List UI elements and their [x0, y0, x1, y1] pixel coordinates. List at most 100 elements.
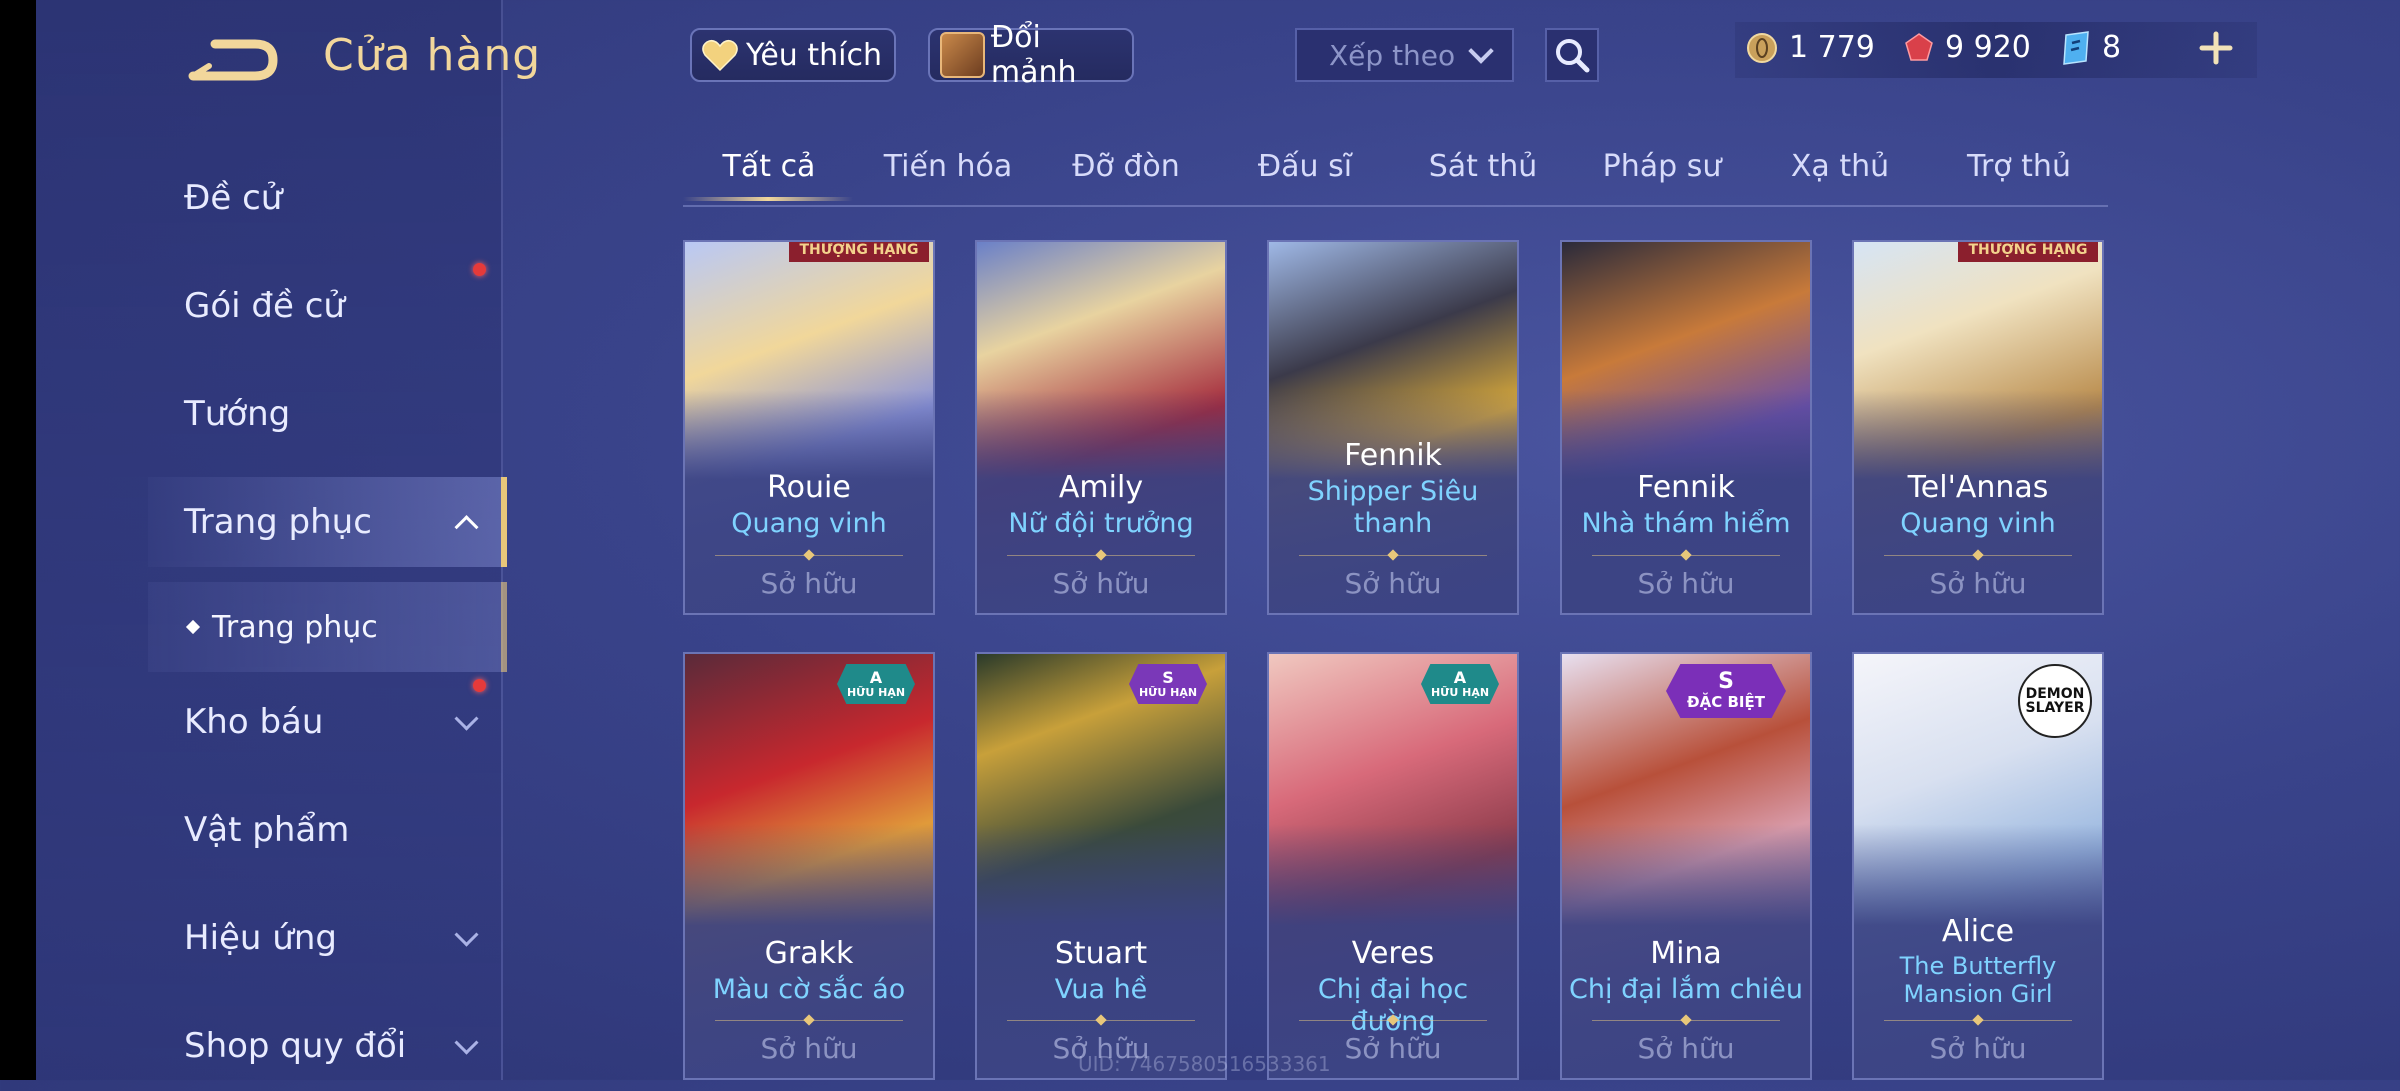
tier-badge: S HỮU HẠN — [1129, 664, 1207, 704]
badge-tier: A — [1453, 667, 1467, 687]
skin-name: Nhà thám hiểm — [1581, 508, 1791, 539]
skin-card[interactable]: Fennik Shipper Siêu thanh Sở hữu — [1267, 240, 1519, 615]
sidebar-item-label: Vật phẩm — [184, 810, 350, 850]
ruby-gem-icon — [1905, 32, 1933, 61]
sidebar-subitem-skins[interactable]: Trang phục — [148, 582, 507, 672]
back-button[interactable] — [185, 30, 280, 90]
skin-card[interactable]: Amily Nữ đội trưởng Sở hữu — [975, 240, 1227, 615]
sidebar-item-recommended[interactable]: Đề cử — [148, 153, 501, 243]
owned-status: Sở hữu — [1344, 567, 1442, 600]
tab-evolution[interactable]: Tiến hóa — [884, 149, 1013, 184]
sidebar-item-items[interactable]: Vật phẩm — [148, 785, 501, 875]
sidebar-item-label: Kho báu — [184, 702, 324, 742]
skin-card[interactable]: THƯỢNG HẠNG Tel'Annas Quang vinh Sở hữu — [1852, 240, 2104, 615]
skin-name: Chị đại lắm chiêu — [1569, 974, 1803, 1005]
owned-status: Sở hữu — [1052, 567, 1150, 600]
badge-label: ĐẶC BIỆT — [1687, 693, 1765, 711]
gem-currency: 9 920 — [1903, 30, 2031, 65]
sidebar-item-label: Trang phục — [184, 502, 372, 542]
skin-card[interactable]: A HỮU HẠN Veres Chị đại học đường Sở hữu — [1267, 652, 1519, 1080]
tab-tank[interactable]: Đỡ đòn — [1072, 149, 1180, 184]
tier-badge: S ĐẶC BIỆT — [1666, 664, 1786, 718]
fragment-chest-icon — [940, 32, 985, 78]
card-divider — [715, 555, 903, 556]
page-title: Cửa hàng — [323, 30, 542, 81]
owned-status: Sở hữu — [1929, 1032, 2027, 1065]
active-tab-indicator — [683, 197, 853, 201]
sort-dropdown[interactable]: Xếp theo — [1295, 28, 1514, 82]
sidebar-item-label: Gói đề cử — [184, 286, 345, 326]
skin-name: Vua hề — [1054, 974, 1148, 1005]
hero-name: Rouie — [767, 470, 851, 505]
gold-currency: 1 779 — [1745, 30, 1875, 65]
voucher-amount: 8 — [2102, 30, 2122, 65]
premium-ribbon: THƯỢNG HẠNG — [789, 242, 929, 262]
gem-amount: 9 920 — [1945, 30, 2031, 65]
sidebar-item-heroes[interactable]: Tướng — [148, 369, 501, 459]
tab-mage[interactable]: Pháp sư — [1603, 149, 1722, 184]
hero-name: Veres — [1351, 936, 1435, 971]
badge-tier: A — [869, 667, 883, 687]
exchange-label: Đổi mảnh — [990, 20, 1077, 90]
role-tabs: Tất cả Tiến hóa Đỡ đòn Đấu sĩ Sát thủ Ph… — [683, 135, 2108, 207]
chevron-up-icon — [454, 515, 479, 540]
user-id-watermark: UID: 7467580516533361 — [1078, 1052, 1331, 1076]
sidebar-item-treasure[interactable]: Kho báu — [148, 677, 501, 767]
owned-status: Sở hữu — [1637, 1032, 1735, 1065]
sidebar-item-exchange-shop[interactable]: Shop quy đổi — [148, 1001, 501, 1091]
premium-ribbon: THƯỢNG HẠNG — [1958, 242, 2098, 262]
skin-card[interactable]: Fennik Nhà thám hiểm Sở hữu — [1560, 240, 1812, 615]
gold-amount: 1 779 — [1789, 30, 1875, 65]
skin-card[interactable]: S ĐẶC BIỆT Mina Chị đại lắm chiêu Sở hữu — [1560, 652, 1812, 1080]
skin-card[interactable]: A HỮU HẠN Grakk Màu cờ sắc áo Sở hữu — [683, 652, 935, 1080]
tab-support[interactable]: Trợ thủ — [1967, 149, 2071, 184]
skin-card[interactable]: S HỮU HẠN Stuart Vua hề Sở hữu — [975, 652, 1227, 1080]
hero-name: Mina — [1650, 936, 1722, 971]
exchange-fragments-button[interactable]: Đổi mảnh — [928, 20, 1134, 90]
chevron-down-icon — [454, 706, 479, 731]
skin-name: Nữ đội trưởng — [1008, 508, 1194, 539]
card-divider — [1299, 555, 1487, 556]
sidebar-item-effects[interactable]: Hiệu ứng — [148, 893, 501, 983]
badge-label: HỮU HẠN — [1138, 685, 1198, 699]
card-divider — [1007, 555, 1195, 556]
search-icon — [1556, 39, 1590, 73]
owned-status: Sở hữu — [760, 567, 858, 600]
badge-label: HỮU HẠN — [846, 685, 906, 699]
chevron-down-icon — [1468, 38, 1494, 64]
tab-all[interactable]: Tất cả — [723, 149, 816, 184]
voucher-currency: 8 — [2060, 30, 2121, 65]
badge-tier: S — [1162, 667, 1174, 687]
gold-coin-icon — [1747, 32, 1777, 63]
tab-marksman[interactable]: Xạ thủ — [1791, 149, 1889, 184]
skin-name: The Butterfly Mansion Girl — [1899, 952, 2057, 1008]
owned-status: Sở hữu — [760, 1032, 858, 1065]
tab-assassin[interactable]: Sát thủ — [1429, 149, 1538, 184]
tier-badge: A HỮU HẠN — [1421, 664, 1499, 704]
heart-icon — [702, 39, 738, 72]
hero-name: Fennik — [1344, 438, 1442, 473]
skin-name: Màu cờ sắc áo — [712, 974, 906, 1005]
search-button[interactable] — [1545, 28, 1599, 82]
chevron-down-icon — [454, 1030, 479, 1055]
hero-name: Stuart — [1054, 936, 1148, 971]
sidebar-item-label: Hiệu ứng — [184, 918, 337, 958]
plus-icon — [2199, 31, 2233, 65]
card-divider — [1884, 555, 2072, 556]
sidebar-item-label: Tướng — [184, 394, 291, 434]
skin-name: Shipper Siêu thanh — [1307, 476, 1479, 539]
tier-badge: A HỮU HẠN — [837, 664, 915, 704]
collab-logo: DEMON SLAYER — [2018, 664, 2092, 738]
add-currency-button[interactable] — [2196, 28, 2236, 68]
sidebar-item-skins[interactable]: Trang phục — [148, 477, 507, 567]
skin-card[interactable]: THƯỢNG HẠNG Rouie Quang vinh Sở hữu — [683, 240, 935, 615]
sidebar-item-recommended-packs[interactable]: Gói đề cử — [148, 261, 501, 351]
favorites-button[interactable]: Yêu thích — [690, 28, 896, 82]
diamond-bullet-icon — [185, 619, 201, 635]
hero-name: Fennik — [1637, 470, 1735, 505]
skin-name: Quang vinh — [731, 508, 887, 539]
badge-tier: S — [1718, 669, 1734, 694]
skin-card[interactable]: DEMON SLAYER Alice The Butterfly Mansion… — [1852, 652, 2104, 1080]
tab-fighter[interactable]: Đấu sĩ — [1258, 149, 1352, 184]
card-divider — [1007, 1020, 1195, 1021]
